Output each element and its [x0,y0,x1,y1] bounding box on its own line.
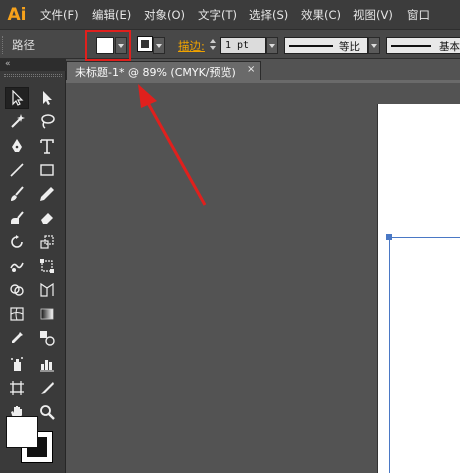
selected-path-outline[interactable] [389,237,460,473]
control-bar: 路径 描边: 1 pt 等比 基本 [0,29,460,59]
shape-builder-tool-icon[interactable] [5,279,29,301]
gradient-tool-icon[interactable] [35,303,59,325]
profile-line-preview [289,45,333,47]
stroke-weight-dropdown[interactable] [266,37,278,54]
pencil-tool-icon[interactable] [35,183,59,205]
rectangle-tool-icon[interactable] [35,159,59,181]
selection-tool-icon[interactable] [5,87,29,109]
menu-type[interactable]: 文字(T) [198,7,237,23]
document-tab[interactable]: 未标题-1* @ 89% (CMYK/预览) × [66,61,261,80]
brush-label: 基本 [439,41,460,53]
brush-line-preview [391,45,431,47]
line-segment-tool-icon[interactable] [5,159,29,181]
app-logo[interactable]: Ai [4,4,30,26]
eraser-tool-icon[interactable] [35,207,59,229]
pen-tool-icon[interactable] [5,135,29,157]
symbol-sprayer-tool-icon[interactable] [5,353,29,375]
control-bar-grip[interactable] [2,36,6,54]
lasso-tool-icon[interactable] [35,110,59,132]
stroke-label-link[interactable]: 描边: [178,38,205,54]
eyedropper-tool-icon[interactable] [5,327,29,349]
menu-file[interactable]: 文件(F) [40,7,79,23]
direct-selection-tool-icon[interactable] [35,87,59,109]
mesh-tool-icon[interactable] [5,303,29,325]
profile-dropdown[interactable] [368,37,380,54]
annotation-highlight-box [85,30,131,61]
blob-brush-tool-icon[interactable] [5,207,29,229]
stroke-dropdown-arrow[interactable] [153,37,165,54]
stroke-weight-spinner[interactable] [209,38,217,53]
menu-bar: Ai 文件(F) 编辑(E) 对象(O) 文字(T) 选择(S) 效果(C) 视… [0,0,460,29]
free-transform-tool-icon[interactable] [35,255,59,277]
menu-select[interactable]: 选择(S) [249,7,288,23]
perspective-grid-tool-icon[interactable] [35,279,59,301]
anchor-point[interactable] [386,234,392,240]
collapse-icon[interactable]: « [5,59,11,69]
tools-panel-grip[interactable] [4,74,62,77]
stroke-weight-input[interactable]: 1 pt [220,37,266,54]
document-title: 未标题-1* @ 89% (CMYK/预览) [75,66,236,79]
tools-panel-header: « [0,59,66,71]
menu-effect[interactable]: 效果(C) [301,7,341,23]
menu-object[interactable]: 对象(O) [144,7,185,23]
blend-tool-icon[interactable] [35,327,59,349]
column-graph-tool-icon[interactable] [35,353,59,375]
magic-wand-tool-icon[interactable] [5,110,29,132]
selection-type-label: 路径 [12,38,35,52]
variable-width-profile[interactable]: 等比 [284,37,368,54]
tools-panel: « [0,59,66,473]
menu-window[interactable]: 窗口 [407,7,430,23]
close-icon[interactable]: × [247,64,255,75]
warp-tool-icon[interactable] [5,255,29,277]
stroke-color-swatch[interactable] [137,36,153,52]
scale-tool-icon[interactable] [35,231,59,253]
rotate-tool-icon[interactable] [5,231,29,253]
zoom-tool-icon[interactable] [35,401,59,423]
paintbrush-tool-icon[interactable] [5,183,29,205]
profile-label: 等比 [339,41,360,53]
menu-edit[interactable]: 编辑(E) [92,7,131,23]
menu-view[interactable]: 视图(V) [353,7,393,23]
slice-tool-icon[interactable] [35,377,59,399]
fill-color-box[interactable] [6,416,38,448]
brush-definition[interactable]: 基本 [386,37,460,54]
type-tool-icon[interactable] [35,135,59,157]
artboard-tool-icon[interactable] [5,377,29,399]
